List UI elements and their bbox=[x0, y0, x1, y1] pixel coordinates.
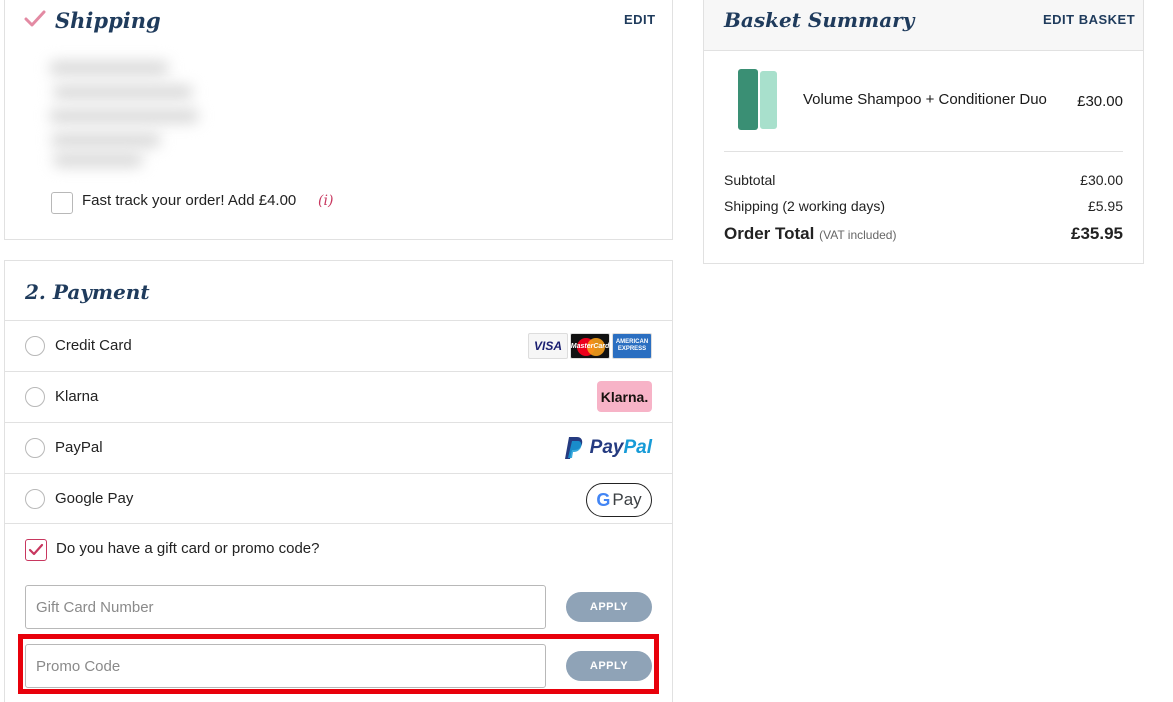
payment-title: 2. Payment bbox=[25, 280, 150, 304]
order-total-row: Order Total (VAT included) £35.95 bbox=[724, 224, 1123, 244]
product-image bbox=[735, 69, 781, 131]
amex-logo-icon: AMERICAN EXPRESS bbox=[612, 333, 652, 359]
payment-section: 2. Payment Credit Card VISA MasterCard A… bbox=[4, 260, 673, 702]
product-name: Volume Shampoo + Conditioner Duo bbox=[803, 91, 1047, 108]
info-icon[interactable]: (i) bbox=[318, 193, 333, 209]
subtotal-label: Subtotal bbox=[724, 172, 776, 188]
card-logos: VISA MasterCard AMERICAN EXPRESS bbox=[528, 333, 652, 359]
shipping-cost-value: £5.95 bbox=[1087, 198, 1123, 214]
payment-option-google-pay[interactable]: Google Pay G Pay bbox=[5, 473, 672, 524]
visa-logo-icon: VISA bbox=[528, 333, 568, 359]
shipping-row: Shipping (2 working days) £5.95 bbox=[724, 198, 1123, 214]
divider bbox=[724, 151, 1123, 152]
order-total-label: Order Total bbox=[724, 224, 815, 243]
shipping-edit-link[interactable]: EDIT bbox=[624, 12, 656, 27]
payment-option-klarna[interactable]: Klarna Klarna. bbox=[5, 371, 672, 422]
product-price: £30.00 bbox=[1077, 93, 1123, 110]
payment-option-credit-card[interactable]: Credit Card VISA MasterCard AMERICAN EXP… bbox=[5, 320, 672, 371]
vat-note: (VAT included) bbox=[819, 228, 897, 242]
edit-basket-link[interactable]: EDIT BASKET bbox=[1043, 12, 1135, 27]
paypal-p-icon bbox=[564, 437, 582, 459]
google-pay-logo-icon: G Pay bbox=[586, 483, 652, 517]
klarna-radio[interactable] bbox=[25, 387, 45, 407]
paypal-radio[interactable] bbox=[25, 438, 45, 458]
order-total-value: £35.95 bbox=[1071, 224, 1123, 243]
gift-card-checkbox[interactable] bbox=[25, 539, 47, 561]
payment-option-label: PayPal bbox=[55, 439, 103, 456]
gift-card-apply-button[interactable]: APPLY bbox=[566, 592, 652, 622]
fast-track-checkbox[interactable] bbox=[51, 192, 73, 214]
basket-summary: Basket Summary EDIT BASKET Volume Shampo… bbox=[703, 0, 1144, 264]
basket-title: Basket Summary bbox=[724, 8, 915, 32]
shipping-cost-label: Shipping (2 working days) bbox=[724, 198, 886, 214]
mastercard-logo-icon: MasterCard bbox=[570, 333, 610, 359]
promo-code-apply-button[interactable]: APPLY bbox=[566, 651, 652, 681]
checkmark-icon bbox=[28, 543, 44, 556]
checkmark-icon bbox=[24, 10, 46, 27]
blurred-address bbox=[39, 53, 209, 171]
fast-track-label: Fast track your order! Add £4.00 bbox=[82, 192, 297, 209]
credit-card-radio[interactable] bbox=[25, 336, 45, 356]
subtotal-row: Subtotal £30.00 bbox=[724, 172, 1123, 188]
shipping-title: Shipping bbox=[55, 8, 161, 33]
payment-option-paypal[interactable]: PayPal PayPal bbox=[5, 422, 672, 473]
shipping-section: Shipping EDIT Fast track your order! Add… bbox=[4, 0, 673, 240]
payment-option-label: Credit Card bbox=[55, 337, 132, 354]
gift-card-number-input[interactable] bbox=[25, 585, 546, 629]
payment-option-label: Google Pay bbox=[55, 490, 134, 507]
google-pay-radio[interactable] bbox=[25, 489, 45, 509]
payment-option-label: Klarna bbox=[55, 388, 99, 405]
promo-code-input[interactable] bbox=[25, 644, 546, 688]
paypal-logo-icon: PayPal bbox=[564, 434, 652, 462]
gift-card-question: Do you have a gift card or promo code? bbox=[56, 540, 320, 557]
klarna-logo-icon: Klarna. bbox=[597, 381, 652, 412]
subtotal-value: £30.00 bbox=[1080, 172, 1123, 188]
basket-header: Basket Summary EDIT BASKET bbox=[704, 0, 1143, 51]
